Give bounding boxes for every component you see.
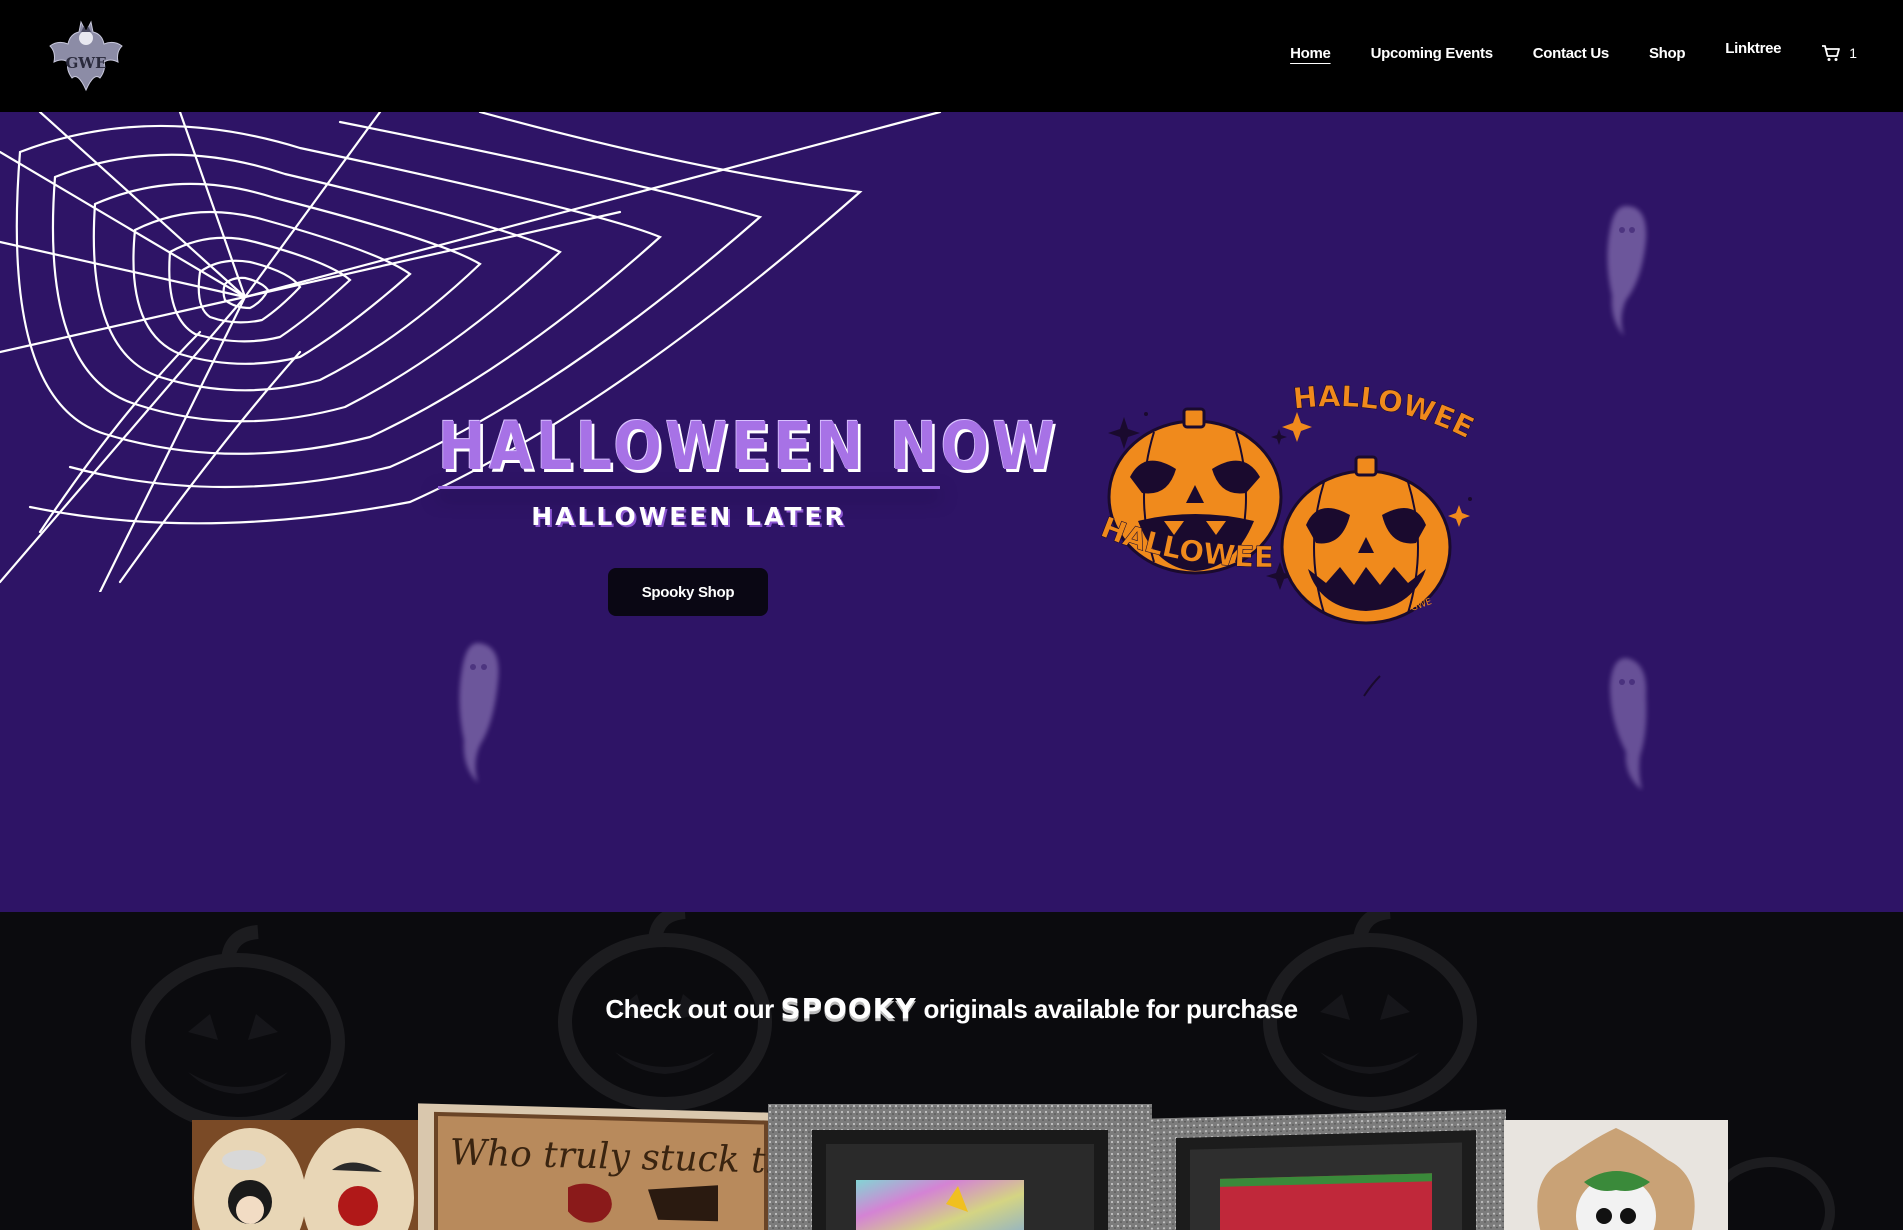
hero-section: HALLOWEEN NOW HALLOWEEN LATER Spooky Sho… <box>0 112 1903 912</box>
cart-button[interactable]: 1 <box>1821 44 1857 62</box>
product-card-4[interactable] <box>1150 1109 1506 1230</box>
pumpkin-artwork: HALLOWEEN LATER HALLOWEEN NOW GWE <box>1094 357 1480 625</box>
shop-section: Check out our SPOOKY originals available… <box>0 912 1903 1230</box>
cart-icon <box>1822 45 1841 61</box>
spooky-shop-button[interactable]: Spooky Shop <box>608 568 768 616</box>
pumpkin-outline-icon <box>131 925 345 1131</box>
site-logo[interactable]: GWE <box>48 18 124 94</box>
nav-contact-us[interactable]: Contact Us <box>1533 45 1609 62</box>
hero-title-underline <box>438 486 940 489</box>
ghost-decoration-3 <box>1610 658 1647 790</box>
product-gallery: Who truly stuck the <box>190 1103 1730 1230</box>
hero-subtitle: HALLOWEEN LATER <box>531 502 847 531</box>
product-card-3[interactable] <box>768 1104 1152 1230</box>
product-card-5[interactable] <box>1504 1120 1728 1230</box>
spooky-highlight-word: SPOOKY <box>780 992 917 1025</box>
top-navigation: GWE Home Upcoming Events Contact Us Shop… <box>0 0 1903 112</box>
nav-shop[interactable]: Shop <box>1649 45 1686 62</box>
dark-stroke-decoration <box>1363 675 1381 697</box>
product-card-2[interactable]: Who truly stuck the <box>418 1103 768 1230</box>
nav-upcoming-events[interactable]: Upcoming Events <box>1371 45 1493 62</box>
cart-count: 1 <box>1849 45 1857 61</box>
hero-title: HALLOWEEN NOW <box>438 408 1059 485</box>
ghost-decoration-1 <box>1607 206 1647 336</box>
nav-linktree[interactable]: Linktree <box>1725 40 1781 57</box>
svg-text:GWE: GWE <box>65 54 106 72</box>
ghost-decoration-2 <box>459 643 499 783</box>
bat-logo-icon: GWE <box>49 20 123 92</box>
product-card-1[interactable] <box>192 1120 422 1230</box>
nav-home[interactable]: Home <box>1290 45 1331 62</box>
shop-heading: Check out our SPOOKY originals available… <box>605 992 1298 1025</box>
